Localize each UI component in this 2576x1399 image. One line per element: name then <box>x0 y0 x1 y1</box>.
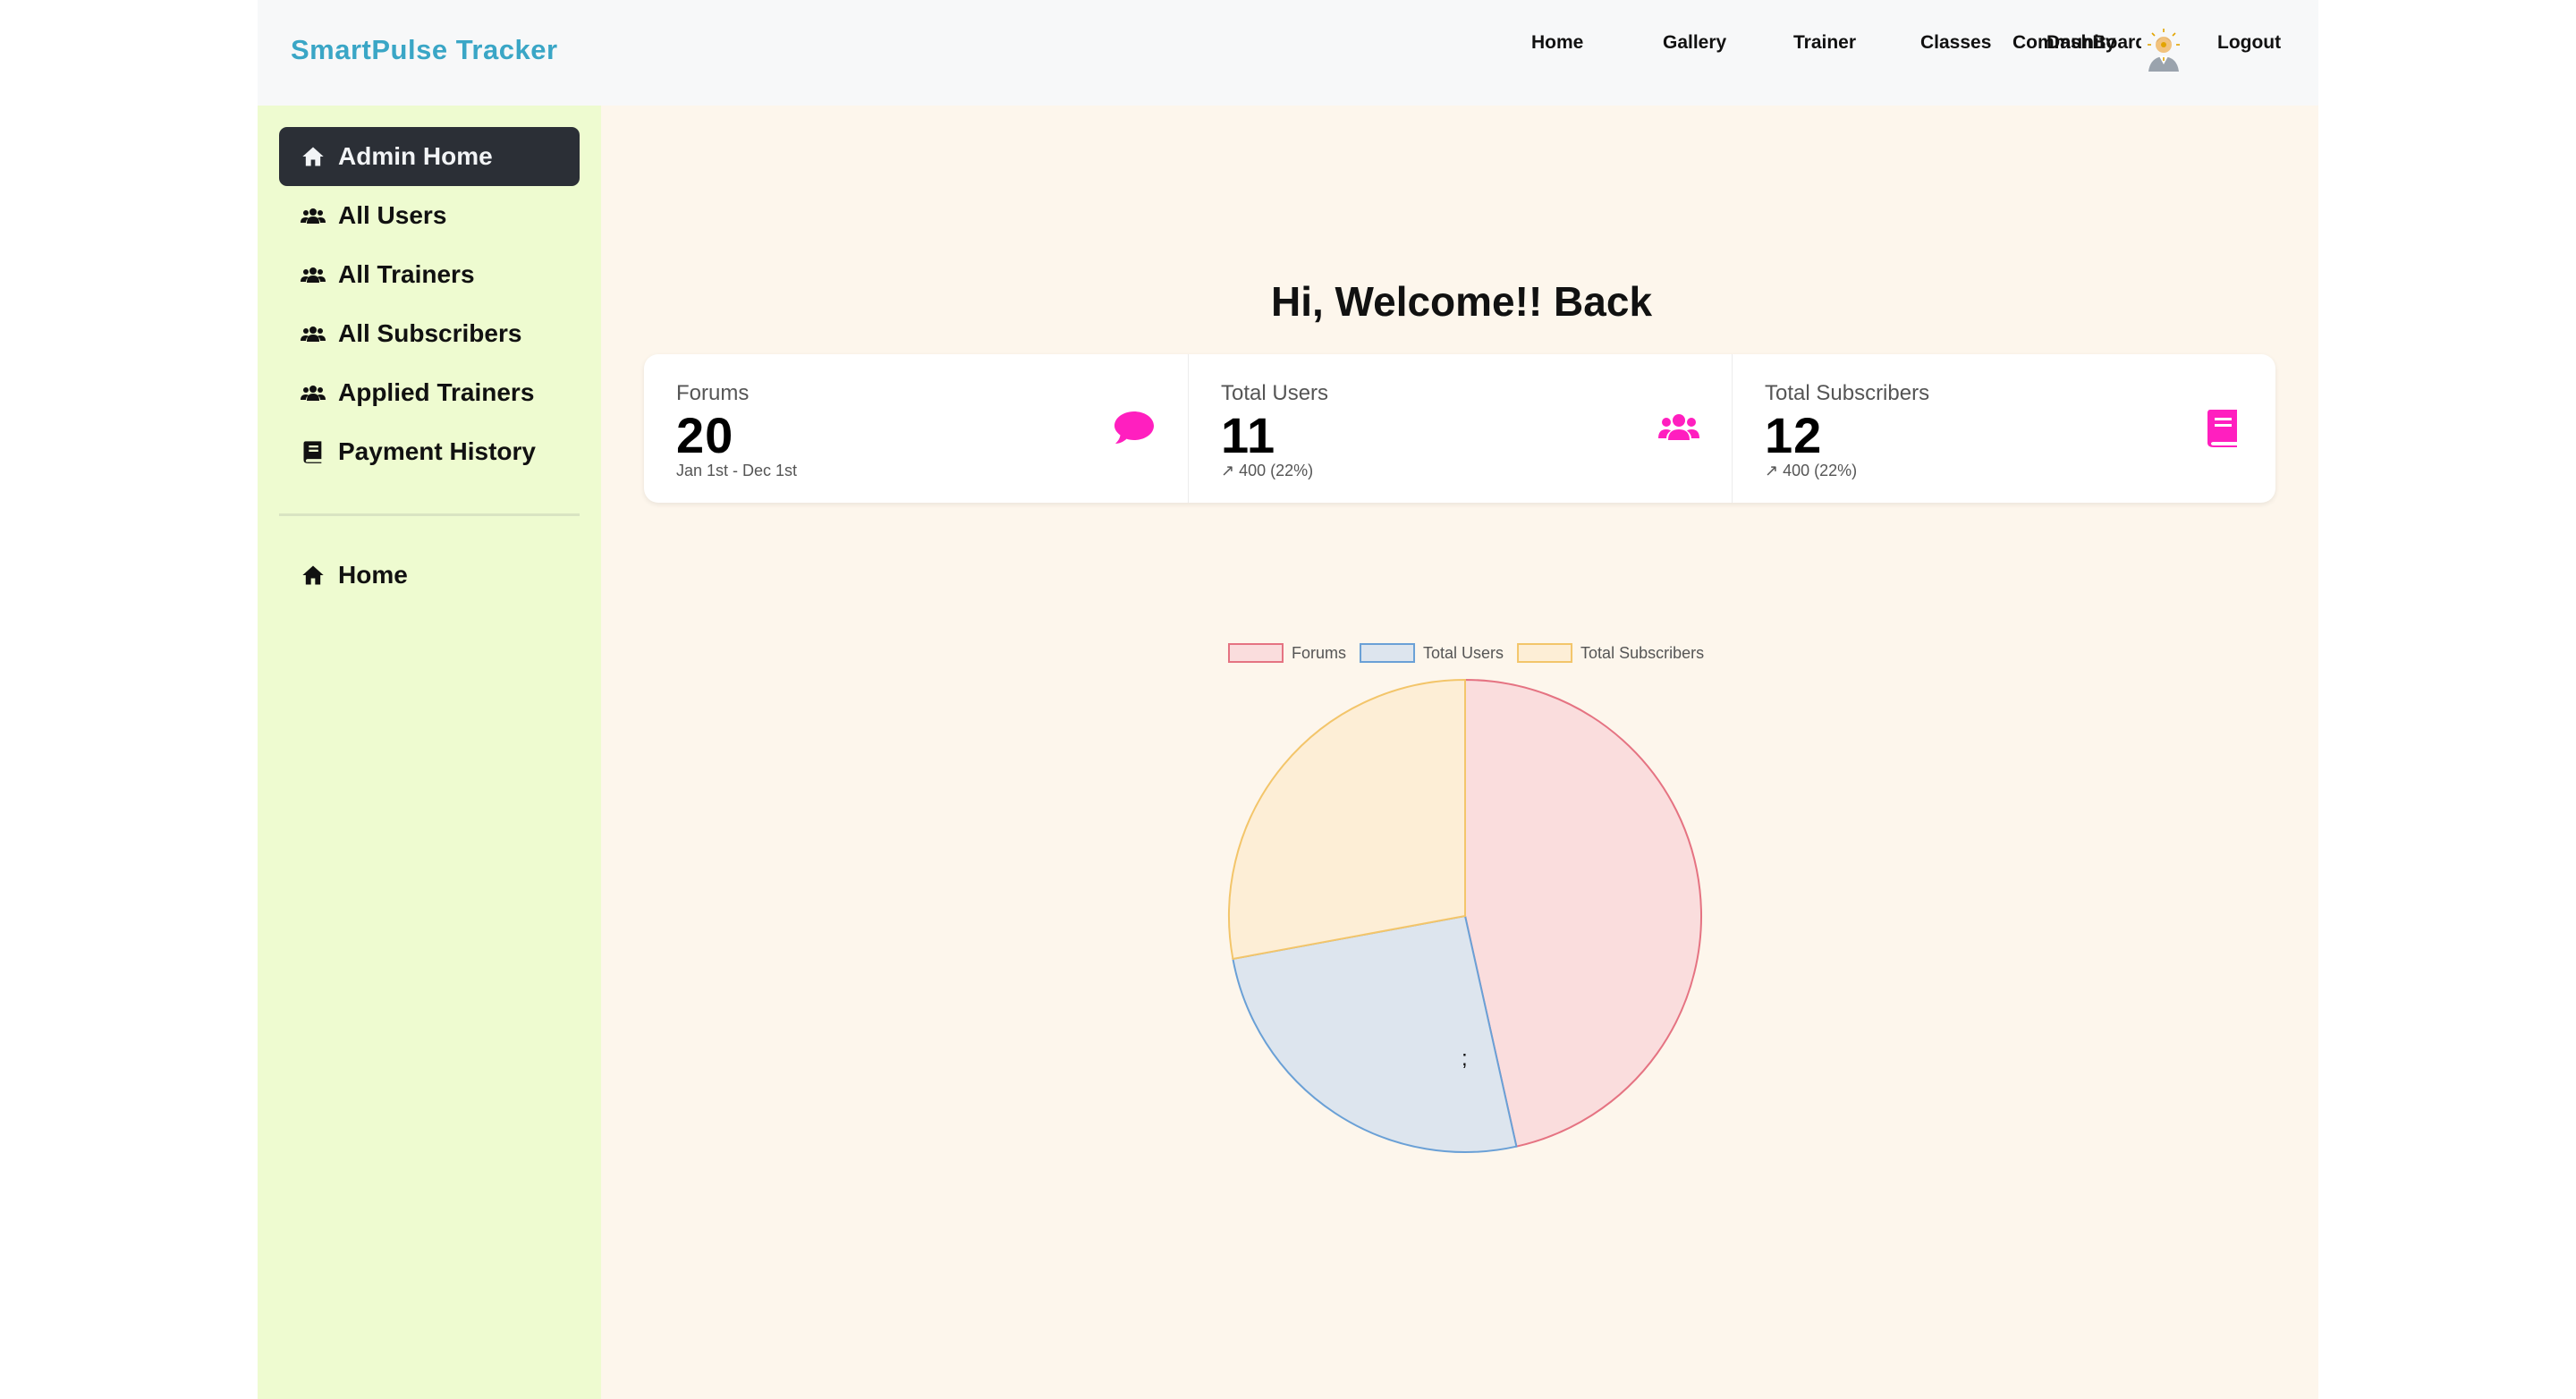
sidebar-item-all-users[interactable]: All Users <box>279 186 580 245</box>
logout-button[interactable]: Logout <box>2217 32 2281 54</box>
stats-panel: Forums 20 Jan 1st - Dec 1st Total Users … <box>644 354 2275 503</box>
page-title: Hi, Welcome!! Back <box>1270 278 1653 325</box>
stat-value: 12 <box>1765 407 1823 463</box>
stat-value: 20 <box>676 407 734 463</box>
main-content: Hi, Welcome!! Back Forums 20 Jan 1st - D… <box>601 106 2318 1399</box>
nav-home[interactable]: Home <box>1531 32 1583 54</box>
users-icon <box>301 262 326 287</box>
stat-desc: ↗︎ 400 (22%) <box>1765 462 1858 479</box>
sidebar-item-label: All Trainers <box>338 260 475 288</box>
stat-title: Total Subscribers <box>1765 381 1930 405</box>
stat-desc: Jan 1st - Dec 1st <box>676 462 798 479</box>
chat-icon <box>1113 406 1156 449</box>
sidebar-item-all-trainers[interactable]: All Trainers <box>279 245 580 304</box>
stat-value: 11 <box>1221 407 1276 463</box>
legend-label: Total Subscribers <box>1580 644 1704 662</box>
legend-item[interactable]: Forums <box>1228 643 1346 663</box>
sidebar-item-label: Home <box>338 561 408 589</box>
legend-label: Total Users <box>1423 644 1504 662</box>
stat-forums: Forums 20 Jan 1st - Dec 1st <box>644 354 1188 503</box>
book-icon <box>301 439 326 464</box>
sidebar-item-label: Admin Home <box>338 142 493 170</box>
pie-chart: Forums Total Users Total Subscribers <box>601 526 2318 1206</box>
legend-item[interactable]: Total Subscribers <box>1517 643 1704 663</box>
nav-gallery[interactable]: Gallery <box>1663 32 1726 54</box>
top-navbar: SmartPulse Tracker Home Gallery Trainer … <box>258 0 2318 106</box>
pie-slice-total-subscribers[interactable] <box>1228 678 1466 961</box>
users-icon <box>301 203 326 228</box>
stat-total-users: Total Users 11 ↗︎ 400 (22%) <box>1188 354 1733 503</box>
app-frame: SmartPulse Tracker Home Gallery Trainer … <box>258 0 2318 1399</box>
home-icon <box>301 563 326 588</box>
sidebar-divider <box>279 513 580 516</box>
users-icon <box>301 321 326 346</box>
sidebar-item-payment-history[interactable]: Payment History <box>279 422 580 481</box>
users-icon <box>1657 406 1700 449</box>
sidebar: Admin Home All Users All Trainers All Su… <box>258 106 601 1399</box>
pie-chart-svg: Forums Total Users Total Subscribers <box>1228 643 1704 1153</box>
legend-swatch <box>1360 643 1416 663</box>
stat-title: Total Users <box>1221 381 1329 405</box>
sidebar-item-home[interactable]: Home <box>279 546 580 605</box>
home-icon <box>301 144 326 169</box>
stat-title: Forums <box>676 381 750 405</box>
brand-logo[interactable]: SmartPulse Tracker <box>291 34 558 66</box>
sidebar-item-label: All Subscribers <box>338 319 522 347</box>
sidebar-item-label: Applied Trainers <box>338 378 535 406</box>
nav-trainer[interactable]: Trainer <box>1793 32 1856 54</box>
legend-item[interactable]: Total Users <box>1360 643 1504 663</box>
nav-community[interactable]: Community <box>2012 32 2116 54</box>
sidebar-item-label: Payment History <box>338 437 536 465</box>
stat-total-subscribers: Total Subscribers 12 ↗︎ 400 (22%) <box>1732 354 2276 503</box>
legend-label: Forums <box>1292 644 1346 662</box>
nav-classes[interactable]: Classes <box>1920 32 1991 54</box>
sidebar-item-applied-trainers[interactable]: Applied Trainers <box>279 363 580 422</box>
sidebar-item-all-subscribers[interactable]: All Subscribers <box>279 304 580 363</box>
sidebar-item-label: All Users <box>338 201 447 229</box>
legend-swatch <box>1228 643 1284 663</box>
legend-swatch <box>1517 643 1573 663</box>
book-icon <box>2201 406 2244 449</box>
user-avatar[interactable] <box>2141 27 2186 72</box>
users-icon <box>301 380 326 405</box>
sidebar-item-admin-home[interactable]: Admin Home <box>279 127 580 186</box>
stat-desc: ↗︎ 400 (22%) <box>1221 462 1314 479</box>
stray-text: ; <box>1462 1047 1468 1071</box>
